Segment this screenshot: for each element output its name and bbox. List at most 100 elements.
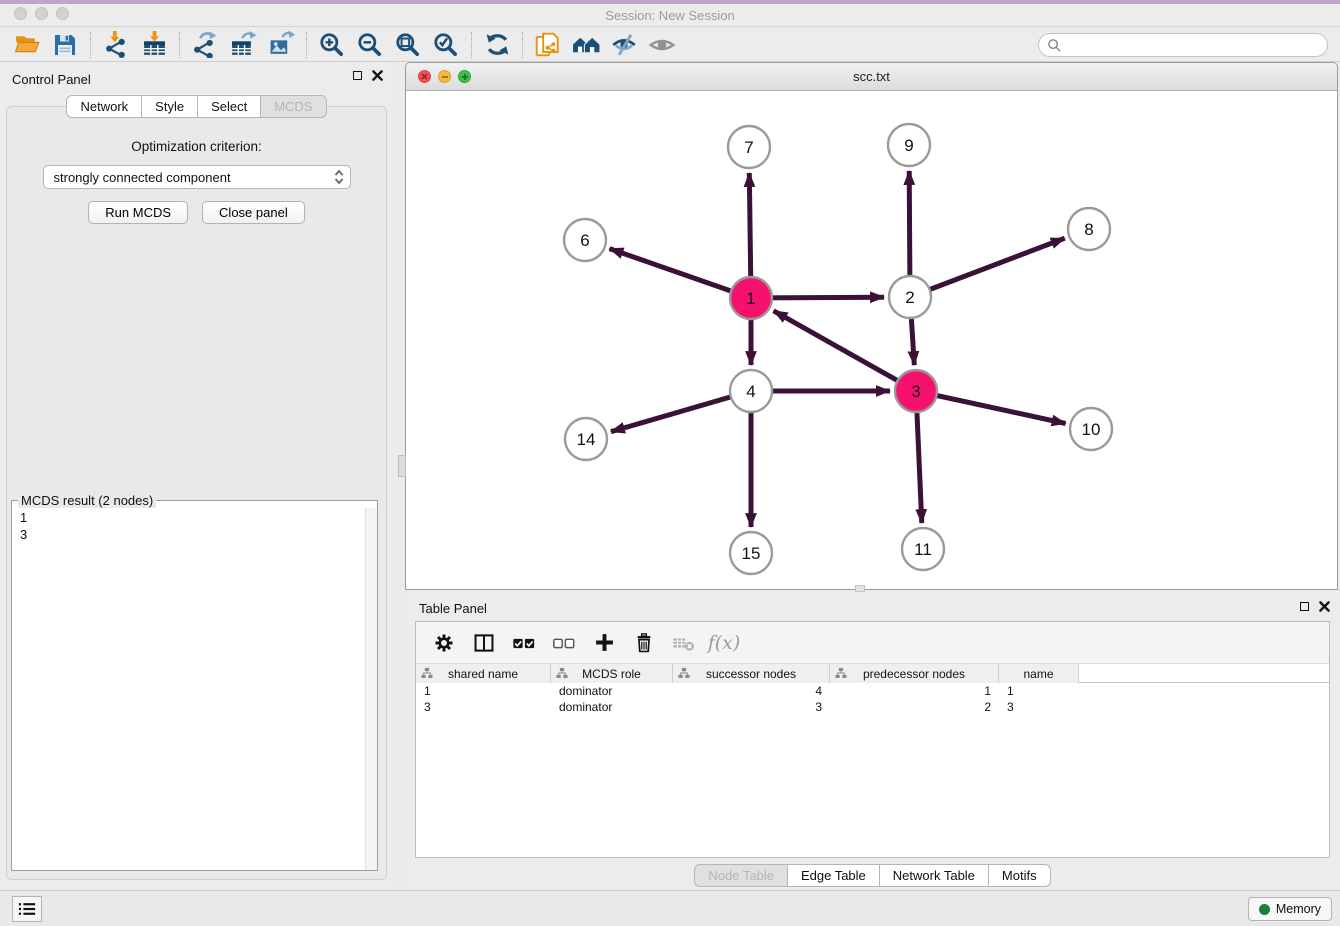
close-network-window-button[interactable] (418, 70, 431, 83)
graph-node-6[interactable]: 6 (564, 219, 606, 261)
table-cell[interactable]: 1 (416, 683, 551, 699)
table-cell[interactable]: 4 (673, 683, 830, 699)
table-cell[interactable]: 2 (830, 699, 999, 715)
show-all-button[interactable] (643, 30, 681, 60)
export-network-icon (192, 31, 219, 58)
panel-splitter-handle[interactable] (398, 455, 406, 477)
column-header-successor-nodes[interactable]: successor nodes (673, 664, 830, 683)
delete-column-button[interactable] (626, 627, 662, 659)
graph-node-label: 4 (746, 382, 755, 401)
checked-boxes-icon (512, 631, 536, 655)
close-table-panel-icon[interactable] (1319, 601, 1330, 612)
select-all-checkboxes-button[interactable] (506, 627, 542, 659)
hide-selection-button[interactable] (605, 30, 643, 60)
network-window-title: scc.txt (853, 69, 890, 84)
table-cell[interactable]: dominator (551, 699, 673, 715)
first-neighbors-button[interactable] (567, 30, 605, 60)
column-header-MCDS-role[interactable]: MCDS role (551, 664, 673, 683)
table-cell[interactable]: 1 (999, 683, 1079, 699)
table-row[interactable]: 3dominator323 (416, 699, 1329, 715)
column-header-name[interactable]: name (999, 664, 1079, 683)
zoom-in-button[interactable] (313, 30, 351, 60)
graph-node-label: 8 (1084, 220, 1093, 239)
edge-1-6[interactable] (610, 249, 752, 298)
column-selector-button[interactable] (466, 627, 502, 659)
graph-node-14[interactable]: 14 (565, 418, 607, 460)
close-panel-button[interactable]: Close panel (202, 201, 305, 224)
table-tab-network-table[interactable]: Network Table (879, 864, 989, 887)
save-session-button[interactable] (46, 30, 84, 60)
criterion-dropdown[interactable]: strongly connected component (43, 165, 351, 189)
edge-2-8[interactable] (910, 238, 1065, 297)
column-header-predecessor-nodes[interactable]: predecessor nodes (830, 664, 999, 683)
search-input[interactable] (1067, 35, 1327, 55)
zoom-out-button[interactable] (351, 30, 389, 60)
clear-checkboxes-button[interactable] (546, 627, 582, 659)
graph-node-3[interactable]: 3 (895, 370, 937, 412)
export-network-button[interactable] (186, 30, 224, 60)
zoom-fit-button[interactable] (389, 30, 427, 60)
run-mcds-button[interactable]: Run MCDS (88, 201, 188, 224)
toolbar-separator (471, 32, 472, 58)
network-window-resize-grip[interactable] (855, 585, 865, 592)
save-icon (52, 32, 78, 58)
graph-node-7[interactable]: 7 (728, 126, 770, 168)
table-cell[interactable]: 3 (416, 699, 551, 715)
network-canvas-svg[interactable]: 7 9 6 8 1 2 4 3 14 10 15 11 (406, 91, 1337, 589)
table-cell[interactable]: 1 (830, 683, 999, 699)
delete-table-button[interactable] (666, 627, 702, 659)
table-tab-edge-table[interactable]: Edge Table (787, 864, 880, 887)
task-history-button[interactable] (12, 896, 42, 922)
graph-node-8[interactable]: 8 (1068, 208, 1110, 250)
import-network-button[interactable] (97, 30, 135, 60)
close-window-button[interactable] (14, 7, 27, 20)
zoom-window-button[interactable] (56, 7, 69, 20)
table-cell[interactable]: dominator (551, 683, 673, 699)
graph-node-4[interactable]: 4 (730, 370, 772, 412)
graph-node-9[interactable]: 9 (888, 124, 930, 166)
tab-style[interactable]: Style (141, 95, 198, 118)
tab-select[interactable]: Select (197, 95, 261, 118)
table-tab-node-table[interactable]: Node Table (694, 864, 788, 887)
graph-node-15[interactable]: 15 (730, 532, 772, 574)
search-icon (1047, 38, 1062, 53)
function-builder-button[interactable]: f(x) (706, 627, 742, 659)
maximize-network-window-button[interactable] (458, 70, 471, 83)
control-panel: Control Panel NetworkStyleSelectMCDS Opt… (0, 62, 393, 888)
tab-mcds[interactable]: MCDS (260, 95, 326, 118)
graph-node-2[interactable]: 2 (889, 276, 931, 318)
export-image-button[interactable] (262, 30, 300, 60)
result-scrollbar[interactable] (365, 508, 377, 870)
edge-3-1[interactable] (774, 311, 916, 391)
new-network-from-selection-button[interactable] (529, 30, 567, 60)
graph-node-10[interactable]: 10 (1070, 408, 1112, 450)
column-header-label: shared name (448, 667, 518, 681)
float-panel-icon[interactable] (353, 71, 362, 80)
table-cell[interactable]: 3 (999, 699, 1079, 715)
graph-node-label: 10 (1082, 420, 1101, 439)
table-cell[interactable]: 3 (673, 699, 830, 715)
table-tab-motifs[interactable]: Motifs (988, 864, 1051, 887)
open-session-button[interactable] (8, 30, 46, 60)
main-toolbar (0, 28, 1340, 62)
unchecked-boxes-icon (552, 631, 576, 655)
memory-button[interactable]: Memory (1248, 897, 1332, 921)
minimize-window-button[interactable] (35, 7, 48, 20)
table-mode-button[interactable] (426, 627, 462, 659)
float-table-panel-icon[interactable] (1300, 602, 1309, 611)
network-window-titlebar[interactable]: scc.txt (406, 63, 1337, 91)
table-row[interactable]: 1dominator411 (416, 683, 1329, 699)
control-panel-tabs: NetworkStyleSelectMCDS (0, 95, 393, 118)
tab-network[interactable]: Network (66, 95, 142, 118)
close-panel-icon[interactable] (372, 70, 383, 81)
column-header-shared-name[interactable]: shared name (416, 664, 551, 683)
minimize-network-window-button[interactable] (438, 70, 451, 83)
create-column-button[interactable] (586, 627, 622, 659)
graph-node-1[interactable]: 1 (730, 277, 772, 319)
edge-3-10[interactable] (916, 391, 1066, 424)
apply-preferred-layout-button[interactable] (478, 30, 516, 60)
zoom-selected-button[interactable] (427, 30, 465, 60)
export-table-button[interactable] (224, 30, 262, 60)
import-table-button[interactable] (135, 30, 173, 60)
graph-node-11[interactable]: 11 (902, 528, 944, 570)
